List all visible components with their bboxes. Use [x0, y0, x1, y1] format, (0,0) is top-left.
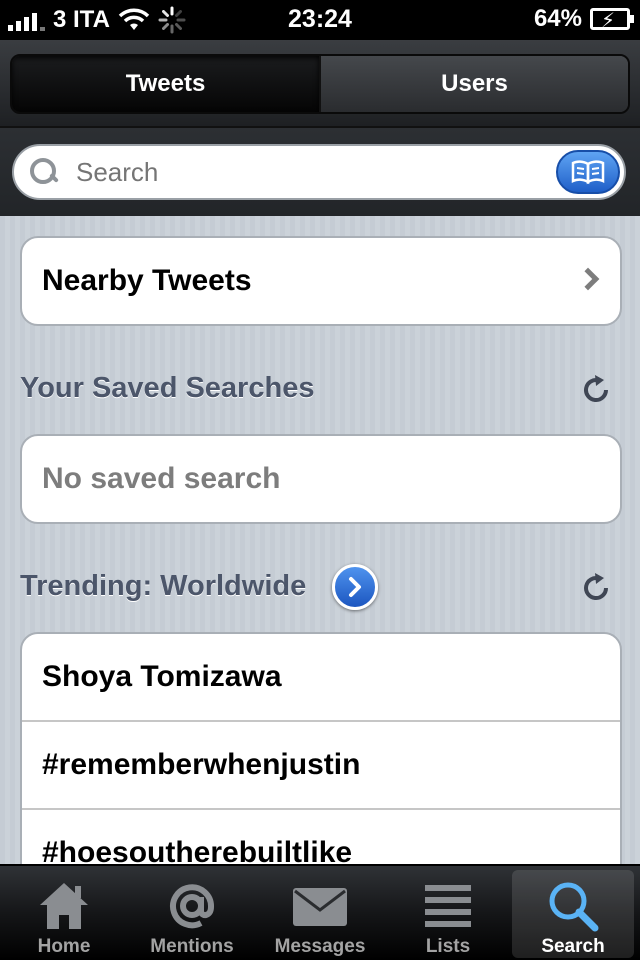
trending-list: Shoya Tomizawa #rememberwhenjustin #hoes…: [20, 632, 622, 864]
search-content: Nearby Tweets Your Saved Searches No sav…: [0, 216, 640, 864]
search-bar: [0, 128, 640, 216]
tab-label: Mentions: [150, 936, 234, 957]
tab-messages[interactable]: Messages: [256, 866, 384, 960]
refresh-saved-icon[interactable]: [580, 374, 612, 406]
bookmarks-button[interactable]: [556, 150, 620, 194]
nearby-tweets-label: Nearby Tweets: [42, 264, 252, 297]
tab-lists[interactable]: Lists: [384, 866, 512, 960]
tab-bar: Home Mentions Messages Lists Search: [0, 864, 640, 960]
segmented-header: Tweets Users: [0, 40, 640, 128]
envelope-icon: [293, 888, 347, 926]
segment-users[interactable]: Users: [319, 56, 628, 112]
status-bar: 3 ITA 23:24 64% ⚡: [0, 0, 640, 40]
at-icon: [170, 884, 215, 929]
magnifier-icon: [30, 158, 58, 186]
tab-label: Lists: [425, 936, 471, 957]
trending-item[interactable]: #hoesoutherebuiltlike: [22, 810, 620, 864]
battery-percent: 64%: [533, 5, 582, 32]
tab-mentions[interactable]: Mentions: [128, 866, 256, 960]
tab-search[interactable]: Search: [512, 870, 634, 958]
tab-home[interactable]: Home: [0, 866, 128, 960]
search-icon: [549, 882, 599, 932]
segment-tweets[interactable]: Tweets: [12, 56, 319, 112]
refresh-trending-icon[interactable]: [580, 572, 612, 604]
chevron-right-icon: [349, 577, 361, 597]
tab-label: Home: [37, 936, 91, 957]
tab-label: Messages: [274, 936, 366, 957]
trending-location-button[interactable]: [332, 564, 378, 610]
tab-label: Search: [541, 936, 605, 957]
nearby-tweets-row[interactable]: Nearby Tweets: [20, 236, 622, 326]
segmented-control: Tweets Users: [10, 54, 630, 114]
no-saved-search-label: No saved search: [42, 462, 281, 495]
trending-item[interactable]: Shoya Tomizawa: [22, 634, 620, 722]
search-field[interactable]: [12, 144, 626, 200]
book-icon: [571, 160, 605, 185]
search-input[interactable]: [76, 156, 536, 188]
home-icon: [40, 883, 88, 929]
saved-searches-title: Your Saved Searches: [20, 372, 315, 404]
trending-title: Trending: Worldwide: [20, 570, 307, 602]
list-icon: [425, 885, 471, 927]
battery-charging-icon: ⚡: [590, 8, 634, 32]
saved-searches-empty: No saved search: [20, 434, 622, 524]
chevron-right-icon: [576, 267, 600, 291]
trending-item[interactable]: #rememberwhenjustin: [22, 722, 620, 810]
